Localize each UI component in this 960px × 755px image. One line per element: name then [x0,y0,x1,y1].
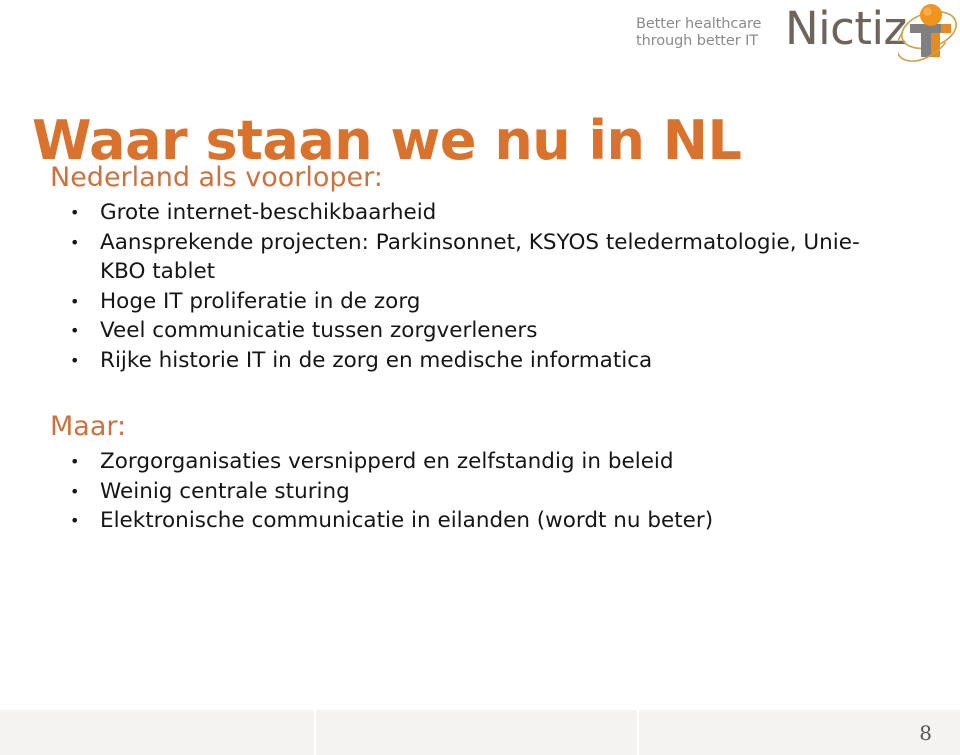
bullet-list: Grote internet-beschikbaarheid Aanspreke… [0,198,960,375]
content-group-maar: Maar: Zorgorganisaties versnipperd en ze… [0,411,960,536]
list-item: Rijke historie IT in de zorg en medische… [0,346,960,376]
group-heading: Maar: [50,411,127,442]
list-item: Weinig centrale sturing [0,477,960,507]
group-heading: Nederland als voorloper: [50,162,383,193]
list-item: Zorgorganisaties versnipperd en zelfstan… [0,447,960,477]
nictiz-t-figure-logo [896,2,960,62]
footer-placeholder-center [316,710,637,755]
footer-placeholder-left [0,710,314,755]
bullet-list: Zorgorganisaties versnipperd en zelfstan… [0,447,960,536]
brand-header: Better healthcare through better IT Nict… [600,0,960,72]
content-group-voorloper: Nederland als voorloper: Grote internet-… [0,162,960,375]
list-item: Hoge IT proliferatie in de zorg [0,287,960,317]
list-item: Veel communicatie tussen zorgverleners [0,316,960,346]
page-number: 8 [919,721,932,745]
brand-mark: Nictiz [785,2,960,64]
list-item: Grote internet-beschikbaarheid [0,198,960,228]
slide-body: Nederland als voorloper: Grote internet-… [0,162,960,536]
list-item: Elektronische communicatie in eilanden (… [0,506,960,536]
brand-wordmark: Nictiz [785,2,907,55]
list-item: Aansprekende projecten: Parkinsonnet, KS… [0,228,960,287]
slide: Better healthcare through better IT Nict… [0,0,960,755]
brand-tagline: Better healthcare through better IT [636,16,762,49]
footer-placeholder-right: 8 [639,710,960,755]
slide-footer: 8 [0,710,960,755]
